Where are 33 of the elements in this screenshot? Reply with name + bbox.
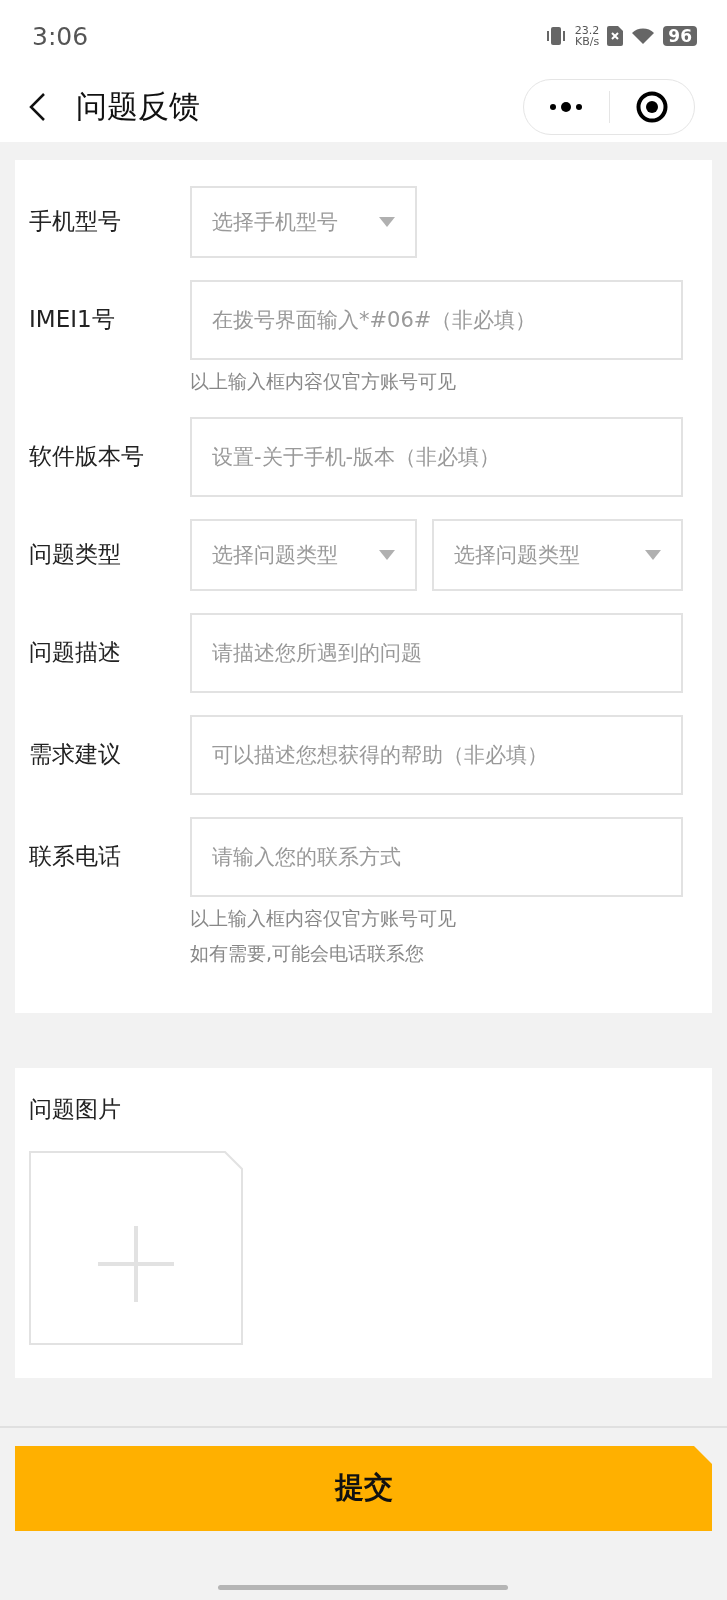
field-label: 问题类型 (29, 540, 122, 570)
battery-level: 96 (663, 26, 697, 47)
dropdown-arrow-icon (379, 549, 395, 560)
hint-text: 以上输入框内容仅官方账号可见 (190, 905, 457, 931)
hint-text: 如有需要,可能会电话联系您 (190, 940, 426, 966)
input-field[interactable]: 设置-关于手机-版本（非必填） (190, 416, 683, 497)
dropdown-arrow-icon (379, 216, 395, 227)
field-label: 软件版本号 (29, 442, 145, 472)
field-label: 手机型号 (29, 207, 122, 237)
submit-button[interactable]: 提交 (15, 1445, 712, 1531)
input-field[interactable]: 在拨号界面输入*#06#（非必填） (190, 279, 683, 360)
wifi-icon (631, 27, 656, 46)
back-icon[interactable] (28, 92, 46, 123)
input-field[interactable]: 请输入您的联系方式 (190, 816, 683, 897)
sim-card-icon (607, 26, 624, 47)
clock-time: 3:06 (32, 21, 90, 51)
field-label: 联系电话 (29, 842, 122, 872)
page-title: 问题反馈 (76, 87, 201, 127)
input-field[interactable]: 可以描述您想获得的帮助（非必填） (190, 714, 683, 795)
dropdown-field[interactable]: 选择手机型号 (190, 185, 417, 258)
dropdown-field[interactable]: 选择问题类型 (190, 518, 417, 591)
hint-text: 以上输入框内容仅官方账号可见 (190, 368, 457, 394)
dropdown-field[interactable]: 选择问题类型 (432, 518, 683, 591)
more-icon (549, 102, 584, 113)
target-icon (635, 91, 668, 124)
network-speed: 23.2 KB/s (574, 25, 600, 48)
section-label: 问题图片 (29, 1094, 122, 1124)
input-field[interactable]: 请描述您所遇到的问题 (190, 612, 683, 693)
field-label: 问题描述 (29, 638, 122, 668)
field-label: IMEI1号 (29, 305, 116, 335)
dropdown-arrow-icon (645, 549, 661, 560)
vibrate-icon (544, 26, 567, 47)
field-label: 需求建议 (29, 740, 122, 770)
